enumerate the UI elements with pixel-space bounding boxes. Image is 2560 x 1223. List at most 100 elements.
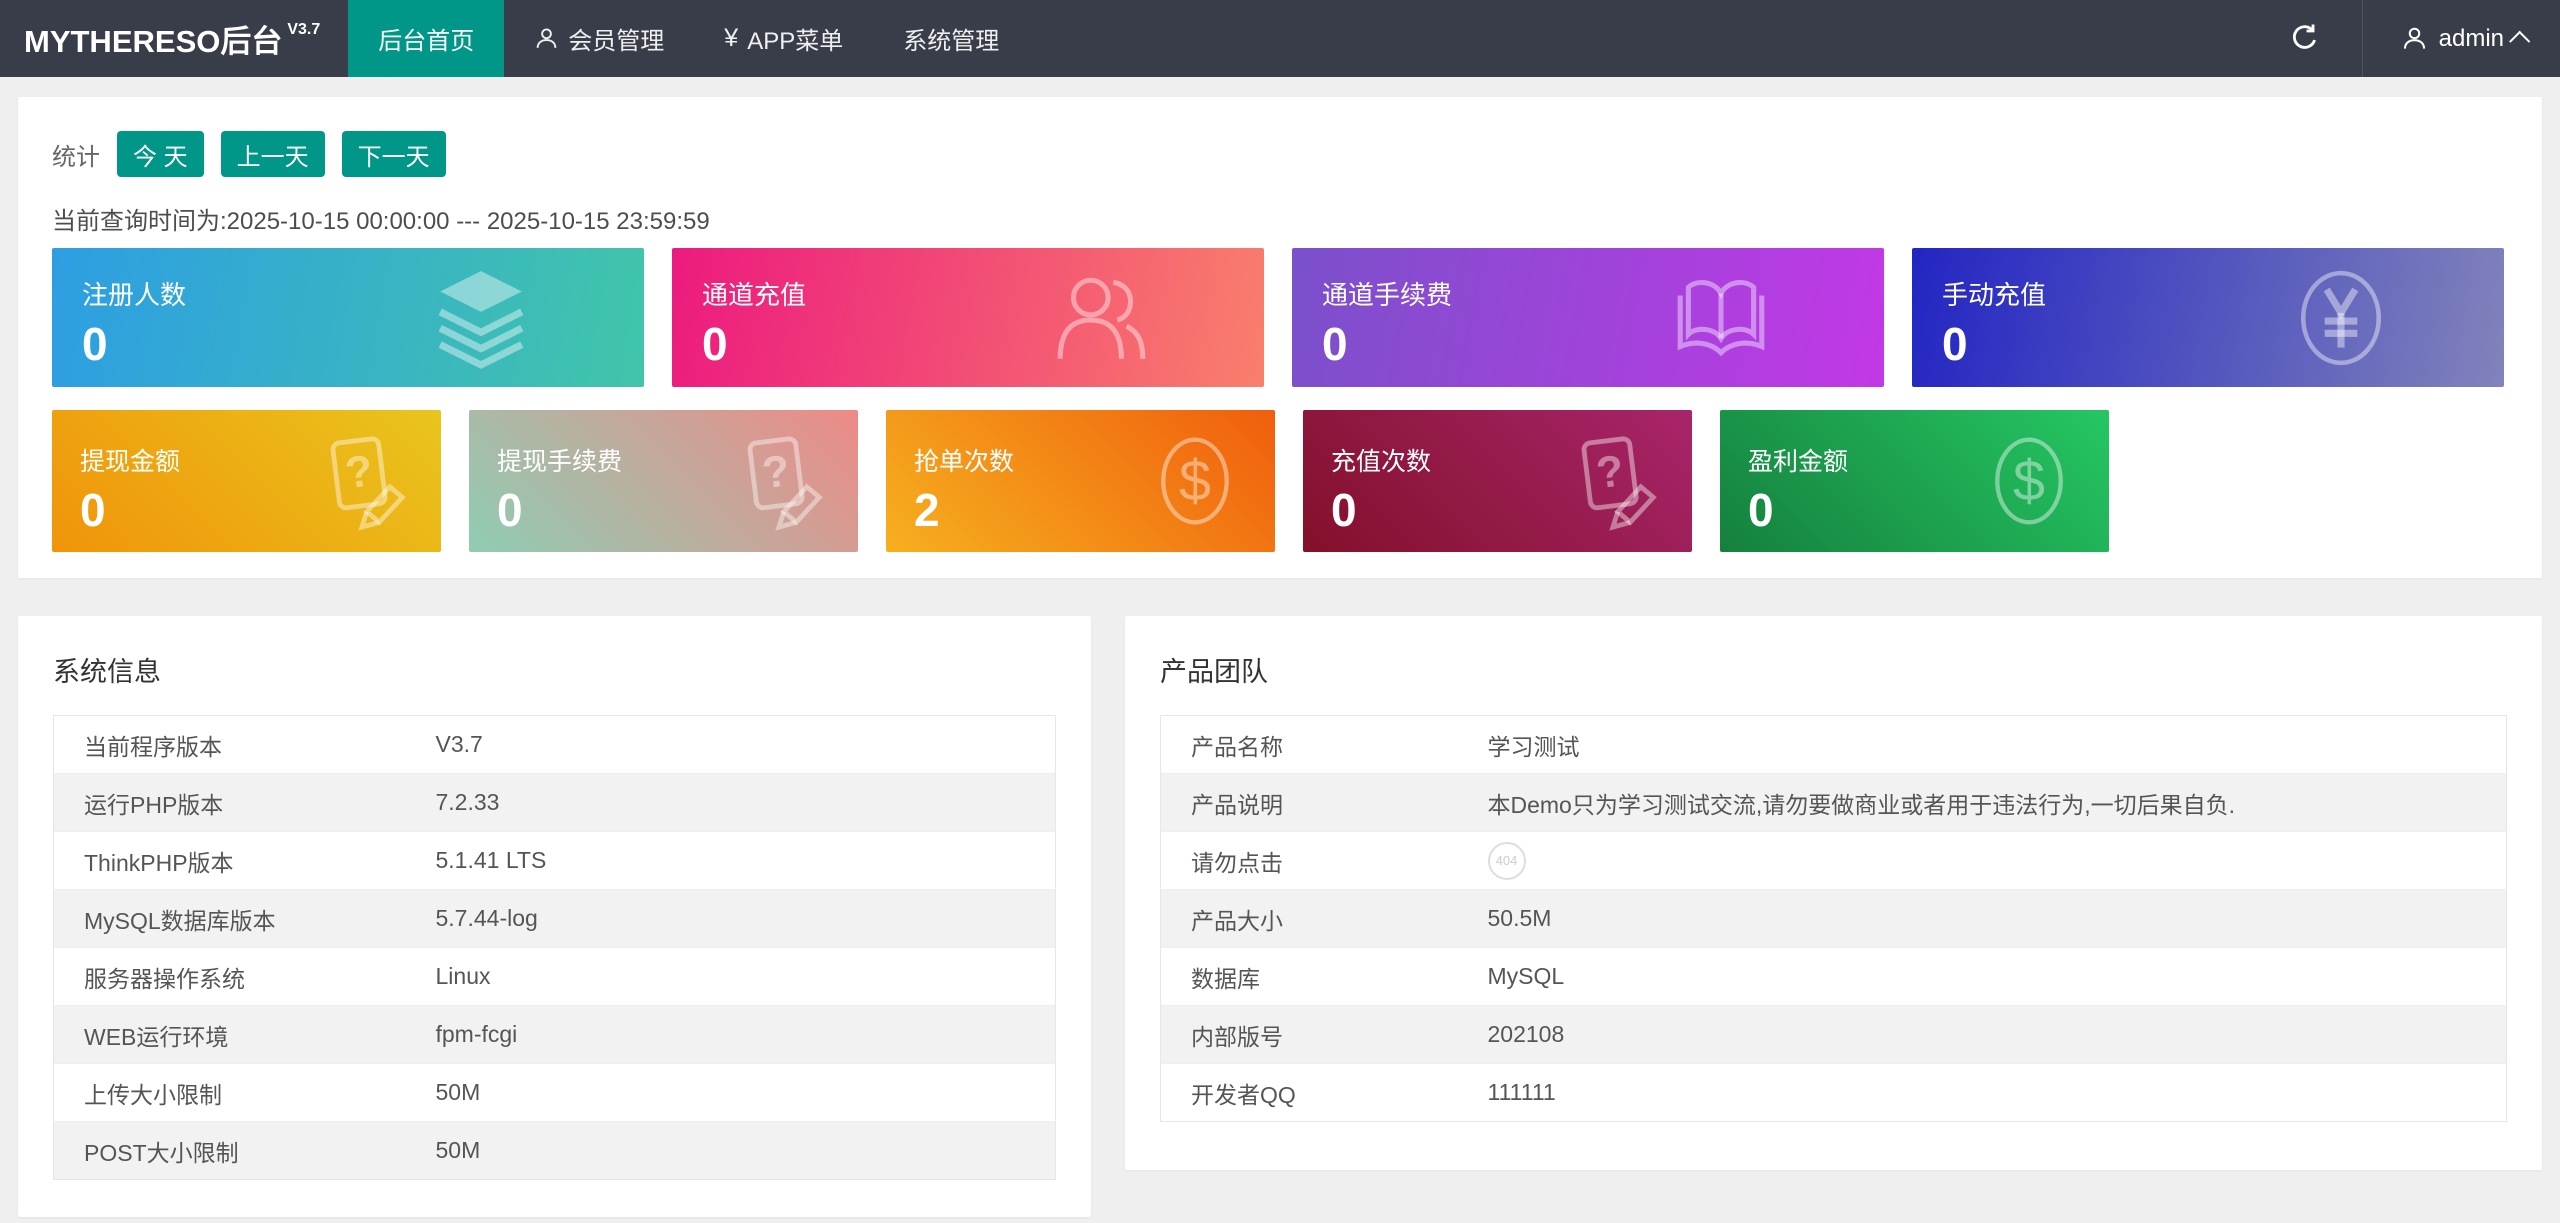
svg-text:$: $ <box>2013 449 2045 513</box>
stat-card-value: 0 <box>702 321 1264 367</box>
info-row: 产品说明 本Demo只为学习测试交流,请勿要做商业或者用于违法行为,一切后果自负… <box>1161 774 2507 832</box>
stat-card: 通道充值 0 <box>672 248 1264 387</box>
info-label: 当前程序版本 <box>54 716 406 774</box>
info-label: 数据库 <box>1161 948 1458 1006</box>
stat-card-value: 0 <box>82 321 644 367</box>
info-value: 50M <box>406 1064 1056 1122</box>
system-info-title: 系统信息 <box>53 650 1056 689</box>
info-row: 产品名称 学习测试 <box>1161 716 2507 774</box>
info-value: 学习测试 <box>1458 716 2507 774</box>
user-icon <box>2401 25 2428 52</box>
dollar-circle-icon: $ <box>1147 427 1243 535</box>
app-logo[interactable]: MYTHERESO后台 V3.7 <box>0 0 348 77</box>
stat-card: 充值次数 0 ? <box>1303 410 1692 552</box>
info-label: 开发者QQ <box>1161 1064 1458 1122</box>
info-value: 404 <box>1458 832 2507 890</box>
info-label: 上传大小限制 <box>54 1064 406 1122</box>
stat-card-title: 通道充值 <box>702 275 1264 312</box>
404-badge[interactable]: 404 <box>1488 842 1526 880</box>
info-label: ThinkPHP版本 <box>54 832 406 890</box>
app-title: MYTHERESO后台 <box>24 16 282 61</box>
stat-card: 通道手续费 0 <box>1292 248 1884 387</box>
range-button-1[interactable]: 今 天 <box>117 131 204 177</box>
system-info-table: 当前程序版本 V3.7 运行PHP版本 7.2.33 ThinkPHP版本 5.… <box>53 715 1056 1180</box>
info-row: 运行PHP版本 7.2.33 <box>54 774 1056 832</box>
person-icon <box>534 26 559 51</box>
user-menu[interactable]: admin <box>2362 0 2560 77</box>
nav-item-label: 后台首页 <box>378 21 474 56</box>
app-version: V3.7 <box>287 21 320 39</box>
info-label: MySQL数据库版本 <box>54 890 406 948</box>
range-button-2[interactable]: 上一天 <box>221 131 325 177</box>
stat-card: 注册人数 0 <box>52 248 644 387</box>
info-row: 开发者QQ 111111 <box>1161 1064 2507 1122</box>
username: admin <box>2439 25 2504 53</box>
svg-text:?: ? <box>1594 446 1627 498</box>
chevron-up-icon <box>2509 31 2530 52</box>
info-row: POST大小限制 50M <box>54 1122 1056 1180</box>
svg-text:?: ? <box>343 446 376 498</box>
stat-cards-row-1: 注册人数 0 通道充值 0 通道手续费 0 手动充值 0 <box>52 248 2508 387</box>
nav-item-2[interactable]: 会员管理 <box>504 0 694 77</box>
info-row: 数据库 MySQL <box>1161 948 2507 1006</box>
info-label: 产品名称 <box>1161 716 1458 774</box>
stat-cards-row-2: 提现金额 0 ? 提现手续费 0 ? 抢单次数 2 $ 充值次数 0 ? 盈利金… <box>52 410 2508 552</box>
info-label: 运行PHP版本 <box>54 774 406 832</box>
info-value: V3.7 <box>406 716 1056 774</box>
range-button-3[interactable]: 下一天 <box>342 131 446 177</box>
yen-circle-icon <box>2290 261 2392 375</box>
info-row: 服务器操作系统 Linux <box>54 948 1056 1006</box>
system-info-panel: 系统信息 当前程序版本 V3.7 运行PHP版本 7.2.33 ThinkPHP… <box>18 616 1091 1217</box>
stat-card: 抢单次数 2 $ <box>886 410 1275 552</box>
nav-item-label: 会员管理 <box>568 21 664 56</box>
info-row: 请勿点击 404 <box>1161 832 2507 890</box>
stat-card-title: 通道手续费 <box>1322 275 1884 312</box>
info-value: fpm-fcgi <box>406 1006 1056 1064</box>
info-label: WEB运行环境 <box>54 1006 406 1064</box>
stats-header: 统计 今 天上一天下一天 <box>52 131 2508 177</box>
query-time-text: 当前查询时间为:2025-10-15 00:00:00 --- 2025-10-… <box>52 201 2508 236</box>
main-content: 统计 今 天上一天下一天 当前查询时间为:2025-10-15 00:00:00… <box>0 77 2560 1223</box>
nav-item-label: APP菜单 <box>747 21 843 56</box>
info-row: MySQL数据库版本 5.7.44-log <box>54 890 1056 948</box>
bottom-panels: 系统信息 当前程序版本 V3.7 运行PHP版本 7.2.33 ThinkPHP… <box>18 616 2542 1223</box>
info-value: 50M <box>406 1122 1056 1180</box>
info-label: 内部版号 <box>1161 1006 1458 1064</box>
yen-icon: ¥ <box>724 24 738 53</box>
info-row: 产品大小 50.5M <box>1161 890 2507 948</box>
dollar-circle-icon: $ <box>1981 427 2077 535</box>
stat-card: 提现金额 0 ? <box>52 410 441 552</box>
info-value: 5.1.41 LTS <box>406 832 1056 890</box>
info-label: 服务器操作系统 <box>54 948 406 1006</box>
nav-item-3[interactable]: ¥ APP菜单 <box>694 0 873 77</box>
stat-card: 提现手续费 0 ? <box>469 410 858 552</box>
product-team-table: 产品名称 学习测试 产品说明 本Demo只为学习测试交流,请勿要做商业或者用于违… <box>1160 715 2507 1122</box>
stat-card: 手动充值 0 <box>1912 248 2504 387</box>
doc-question-icon: ? <box>1564 427 1660 535</box>
info-row: 上传大小限制 50M <box>54 1064 1056 1122</box>
product-team-title: 产品团队 <box>1160 650 2507 689</box>
info-row: 当前程序版本 V3.7 <box>54 716 1056 774</box>
info-label: 请勿点击 <box>1161 832 1458 890</box>
refresh-icon <box>2289 23 2320 54</box>
stat-card-value: 0 <box>1942 321 2504 367</box>
info-row: WEB运行环境 fpm-fcgi <box>54 1006 1056 1064</box>
info-label: POST大小限制 <box>54 1122 406 1180</box>
stat-card: 盈利金额 0 $ <box>1720 410 2109 552</box>
info-value: 111111 <box>1458 1064 2507 1122</box>
refresh-button[interactable] <box>2247 0 2362 77</box>
info-value: 7.2.33 <box>406 774 1056 832</box>
info-value: MySQL <box>1458 948 2507 1006</box>
nav-item-4[interactable]: 系统管理 <box>873 0 1029 77</box>
info-value: Linux <box>406 948 1056 1006</box>
stat-card-value: 0 <box>1322 321 1884 367</box>
info-label: 产品说明 <box>1161 774 1458 832</box>
info-row: 内部版号 202108 <box>1161 1006 2507 1064</box>
stat-card-title: 手动充值 <box>1942 275 2504 312</box>
info-value: 50.5M <box>1458 890 2507 948</box>
nav-item-label: 系统管理 <box>903 21 999 56</box>
stats-label: 统计 <box>52 137 100 172</box>
nav-item-1[interactable]: 后台首页 <box>348 0 504 77</box>
info-value: 5.7.44-log <box>406 890 1056 948</box>
doc-question-icon: ? <box>313 427 409 535</box>
